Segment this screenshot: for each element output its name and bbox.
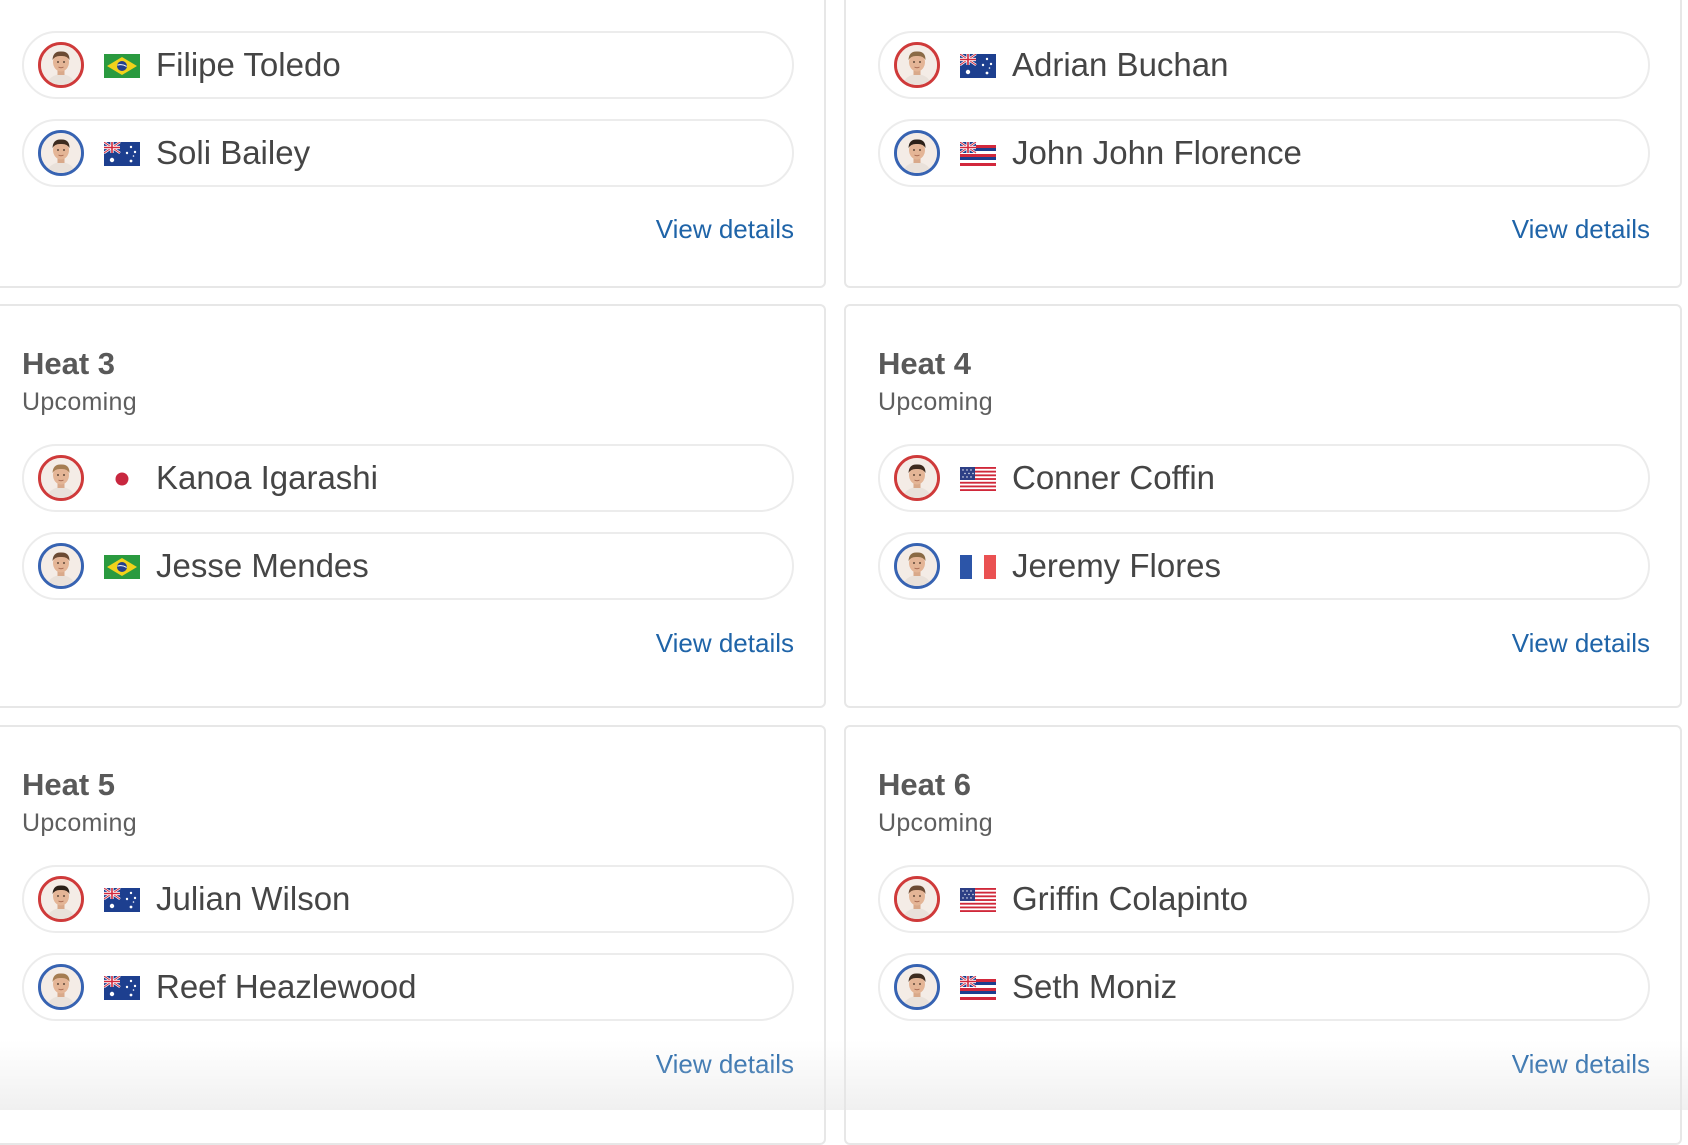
athlete-row[interactable]: Jeremy Flores [878,532,1650,600]
athlete-avatar [894,42,940,88]
athlete-avatar [38,130,84,176]
athlete-row[interactable]: Julian Wilson [22,865,794,933]
france-flag-icon [960,555,996,579]
athlete-avatar [38,964,84,1010]
athlete-row[interactable]: Kanoa Igarashi [22,444,794,512]
heat-title: Heat 6 [878,767,972,802]
japan-flag-icon [104,467,140,491]
athlete-row[interactable]: Jesse Mendes [22,532,794,600]
athlete-row[interactable]: John John Florence [878,119,1650,187]
athlete-name: Kanoa Igarashi [156,459,378,496]
athlete-row[interactable]: Reef Heazlewood [22,953,794,1021]
view-details-link[interactable]: View details [1512,1049,1650,1080]
heat-status: Upcoming [22,809,137,837]
heat-status: Upcoming [878,388,993,416]
heat-card: Heat 3 Upcoming Kanoa Igarashi Jesse Men… [0,304,826,708]
athlete-avatar [894,455,940,501]
athlete-avatar [894,543,940,589]
athlete-name: Adrian Buchan [1012,46,1229,83]
heat-card: Heat 5 Upcoming Julian Wilson Reef Heazl… [0,725,826,1145]
heat-title: Heat 3 [22,346,116,381]
view-details-link[interactable]: View details [656,214,794,245]
australia-flag-icon [960,54,996,78]
heat-title: Heat 4 [878,346,972,381]
brazil-flag-icon [104,54,140,78]
athlete-name: Seth Moniz [1012,968,1178,1005]
australia-flag-icon [104,976,140,1000]
athlete-name: Jesse Mendes [156,547,369,584]
usa-flag-icon [960,467,996,491]
view-details-link[interactable]: View details [656,1049,794,1080]
athlete-avatar [38,543,84,589]
athlete-name: Reef Heazlewood [156,968,417,1005]
usa-flag-icon [960,888,996,912]
heat-title: Heat 5 [22,767,116,802]
hawaii-flag-icon [960,976,996,1000]
heat-card: Adrian Buchan John John Florence View de… [844,0,1682,288]
australia-flag-icon [104,142,140,166]
athlete-avatar [38,42,84,88]
heat-card: Heat 4 Upcoming Conner Coffin Jeremy Flo… [844,304,1682,708]
hawaii-flag-icon [960,142,996,166]
view-details-link[interactable]: View details [1512,628,1650,659]
athlete-avatar [894,964,940,1010]
athlete-row[interactable]: Griffin Colapinto [878,865,1650,933]
athlete-row[interactable]: Conner Coffin [878,444,1650,512]
athlete-name: Julian Wilson [156,880,351,917]
athlete-avatar [894,876,940,922]
heat-status: Upcoming [878,809,993,837]
athlete-name: Conner Coffin [1012,459,1216,496]
athlete-avatar [38,455,84,501]
athlete-avatar [38,876,84,922]
view-details-link[interactable]: View details [656,628,794,659]
athlete-row[interactable]: Seth Moniz [878,953,1650,1021]
heat-status: Upcoming [22,388,137,416]
brazil-flag-icon [104,555,140,579]
view-details-link[interactable]: View details [1512,214,1650,245]
athlete-row[interactable]: Adrian Buchan [878,31,1650,99]
athlete-name: Filipe Toledo [156,46,341,83]
athlete-name: Jeremy Flores [1012,547,1222,584]
athlete-row[interactable]: Filipe Toledo [22,31,794,99]
heat-card: Heat 6 Upcoming Griffin Colapinto Seth M… [844,725,1682,1145]
athlete-name: Soli Bailey [156,134,311,171]
australia-flag-icon [104,888,140,912]
athlete-name: Griffin Colapinto [1012,880,1249,917]
athlete-avatar [894,130,940,176]
heat-card: Filipe Toledo Soli Bailey View details [0,0,826,288]
athlete-name: John John Florence [1012,134,1302,171]
athlete-row[interactable]: Soli Bailey [22,119,794,187]
